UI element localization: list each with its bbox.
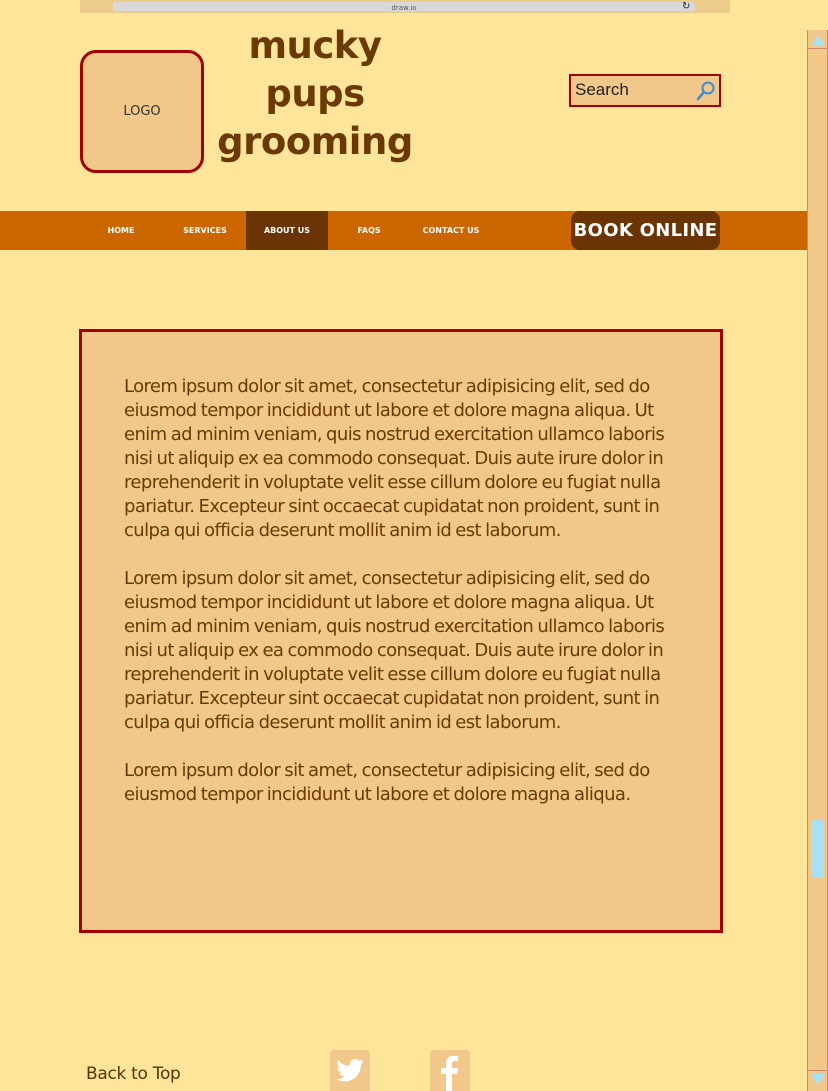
nav-item-about-us[interactable]: ABOUT US: [246, 211, 328, 250]
content-paragraph: Lorem ipsum dolor sit amet, consectetur …: [124, 760, 650, 805]
content-body: Lorem ipsum dolor sit amet, consectetur …: [124, 375, 694, 831]
reload-icon[interactable]: ↻: [682, 0, 690, 13]
nav-item-services[interactable]: SERVICES: [164, 211, 246, 250]
site-title: mucky pups grooming: [210, 22, 420, 166]
url-text: draw.io: [391, 4, 417, 12]
nav-item-contact-us[interactable]: CONTACT US: [410, 211, 492, 250]
scrollbar-divider: [808, 48, 827, 49]
site-title-line: pups: [265, 72, 365, 115]
vertical-scrollbar[interactable]: [807, 30, 828, 1091]
content-paragraph: Lorem ipsum dolor sit amet, consectetur …: [124, 568, 665, 733]
scrollbar-divider: [808, 1070, 827, 1071]
logo-placeholder[interactable]: LOGO: [80, 50, 204, 173]
nav-item-home[interactable]: HOME: [81, 211, 161, 250]
site-title-line: grooming: [217, 120, 413, 163]
back-to-top-link[interactable]: Back to Top: [86, 1064, 181, 1084]
search-box: [569, 74, 721, 107]
content-panel: Lorem ipsum dolor sit amet, consectetur …: [79, 329, 723, 933]
logo-text: LOGO: [123, 104, 161, 119]
twitter-icon[interactable]: [330, 1050, 370, 1091]
search-icon[interactable]: [695, 80, 717, 102]
url-field[interactable]: draw.io: [113, 2, 695, 12]
browser-address-bar: draw.io ↻: [80, 0, 730, 13]
book-online-button[interactable]: BOOK ONLINE: [571, 211, 720, 250]
search-input[interactable]: [575, 79, 693, 101]
scrollbar-thumb[interactable]: [811, 820, 824, 878]
scroll-down-arrow-icon[interactable]: [811, 1074, 825, 1085]
facebook-icon[interactable]: [430, 1050, 470, 1091]
scroll-up-arrow-icon[interactable]: [811, 35, 825, 46]
content-paragraph: Lorem ipsum dolor sit amet, consectetur …: [124, 376, 665, 541]
nav-item-faqs[interactable]: FAQS: [328, 211, 410, 250]
site-title-line: mucky: [248, 24, 382, 67]
